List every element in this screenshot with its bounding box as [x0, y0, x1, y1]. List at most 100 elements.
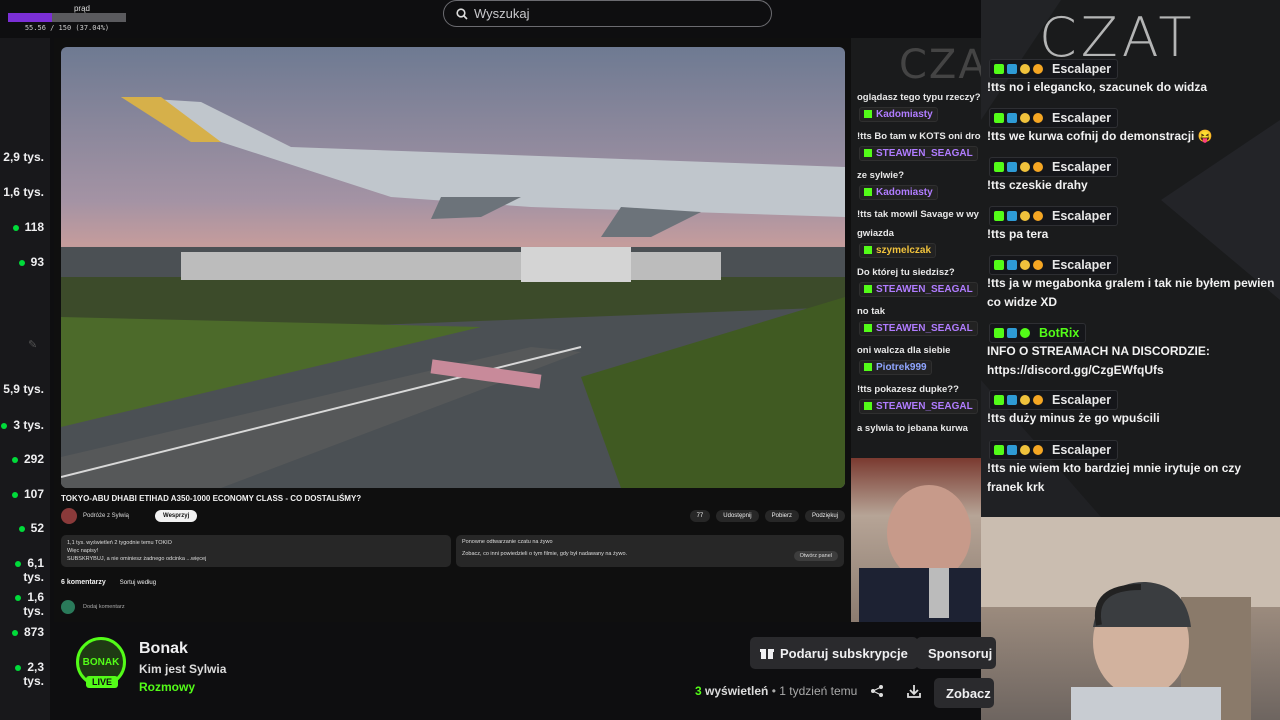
- followed-channels-rail: ✎ 2,9 tys. 1,6 tys. 118 93 5,9 tys. 3 tys. 292…: [0, 38, 50, 720]
- rail-viewer-count[interactable]: 873: [0, 625, 44, 639]
- mini-chat-message: !tts Bo tam w KOTS oni drol: [857, 131, 981, 142]
- add-comment[interactable]: Dodaj komentarz: [61, 600, 125, 614]
- desc-line1: 1,1 tys. wyświetleń 2 tygodnie temu TOKI…: [67, 540, 172, 546]
- chat-message-header[interactable]: Escalaper: [989, 440, 1119, 460]
- mini-chat-username-text: STEAWEN_SEAGAL: [876, 323, 973, 334]
- view-stats: 3 wyświetleń • 1 tydzień temu: [695, 684, 857, 698]
- search-placeholder: Wyszukaj: [474, 6, 530, 21]
- chat-username: Escalaper: [1052, 160, 1112, 174]
- support-button[interactable]: Wesprzyj: [155, 510, 198, 522]
- chat-username: Escalaper: [1052, 393, 1112, 407]
- replay-text: Zobacz, co inni powiedzieli o tym filmie…: [462, 551, 628, 557]
- chat-replay-box: Ponowne odtwarzanie czatu na żywo Zobacz…: [456, 535, 844, 567]
- gift-sub-button[interactable]: Podaruj subskrypcje: [750, 637, 918, 669]
- live-badge: LIVE: [86, 676, 119, 688]
- webcam-person-cap: [981, 517, 1280, 720]
- coin-badge-icon: [1033, 395, 1043, 405]
- rail-count-text: 93: [30, 255, 44, 269]
- rail-viewer-count[interactable]: 5,9 tys.: [0, 382, 44, 396]
- channel-name-large[interactable]: Bonak: [139, 640, 188, 658]
- rail-viewer-count[interactable]: 118: [0, 220, 44, 234]
- mini-chat-username-text: STEAWEN_SEAGAL: [876, 148, 973, 159]
- power-bar: [8, 13, 126, 22]
- mini-chat-message: Do której tu siedzisz?: [857, 267, 955, 278]
- rail-viewer-count[interactable]: 1,6 tys.: [0, 590, 44, 618]
- rail-count-text: 2,3 tys.: [23, 660, 44, 688]
- rail-viewer-count[interactable]: 107: [0, 487, 44, 501]
- vip-badge-icon: [1007, 260, 1017, 270]
- rail-viewer-count[interactable]: 52: [0, 521, 44, 535]
- kick-badge-icon: [864, 246, 872, 255]
- chat-message-text: !tts no i elegancko, szacunek do widza: [987, 80, 1208, 94]
- runway-scene: [61, 47, 845, 488]
- rail-viewer-count[interactable]: 1,6 tys.: [0, 185, 44, 199]
- hidden-icon: ✎: [28, 339, 38, 351]
- mini-chat-username: STEAWEN_SEAGAL: [859, 321, 978, 336]
- search-input[interactable]: Wyszukaj: [443, 0, 772, 27]
- youtube-capture: TOKYO-ABU DHABI ETIHAD A350-1000 ECONOMY…: [54, 38, 851, 622]
- mini-chat-message: oglądasz tego typu rzeczy?: [857, 92, 981, 103]
- moderator-badge-icon: [1020, 395, 1030, 405]
- rail-viewer-count[interactable]: 292: [0, 452, 44, 466]
- stream-player[interactable]: TOKYO-ABU DHABI ETIHAD A350-1000 ECONOMY…: [54, 38, 981, 622]
- share-icon[interactable]: [870, 684, 884, 698]
- kick-badge-icon: [994, 211, 1004, 221]
- chat-message-header[interactable]: Escalaper: [989, 108, 1119, 128]
- moderator-badge-icon: [1020, 211, 1030, 221]
- chat-username: Escalaper: [1052, 443, 1112, 457]
- open-panel-button[interactable]: Otwórz panel: [793, 551, 838, 561]
- rail-viewer-count[interactable]: 3 tys.: [0, 418, 44, 432]
- coin-badge-icon: [1033, 113, 1043, 123]
- webcam-person: [859, 485, 981, 622]
- video-title: TOKYO-ABU DHABI ETIHAD A350-1000 ECONOMY…: [61, 494, 362, 503]
- chat-username: Escalaper: [1052, 209, 1112, 223]
- chat-message-header[interactable]: Escalaper: [989, 390, 1119, 410]
- mini-chat-username-text: Kadomiasty: [876, 109, 933, 120]
- rail-count-text: 52: [30, 521, 44, 535]
- kick-badge-icon: [994, 445, 1004, 455]
- rail-viewer-count[interactable]: 93: [0, 255, 44, 269]
- kick-badge-icon: [994, 113, 1004, 123]
- streamer-webcam-small: [851, 458, 981, 622]
- download-icon[interactable]: [907, 684, 921, 698]
- sort-button[interactable]: Sortuj według: [120, 580, 156, 586]
- power-value: 55.56 / 150 (37.04%): [24, 24, 110, 32]
- mini-chat-username-text: szymelczak: [876, 245, 932, 256]
- sponsor-button[interactable]: Sponsoruj: [916, 637, 996, 669]
- rail-viewer-count[interactable]: 2,9 tys.: [0, 150, 44, 164]
- comments-count-text: 6 komentarzy: [61, 579, 106, 586]
- power-bar-fill: [8, 13, 52, 22]
- vip-badge-icon: [1007, 113, 1017, 123]
- chat-message-header[interactable]: Escalaper: [989, 157, 1119, 177]
- rail-count-text: 3 tys.: [13, 418, 44, 432]
- video-action-button[interactable]: Pobierz: [764, 510, 799, 522]
- channel-avatar: [61, 508, 77, 524]
- video-description: 1,1 tys. wyświetleń 2 tygodnie temu TOKI…: [61, 535, 451, 567]
- vip-badge-icon: [1007, 445, 1017, 455]
- rail-count-text: 2,9 tys.: [3, 150, 44, 164]
- chat-message-header[interactable]: Escalaper: [989, 59, 1119, 79]
- chat-message-header[interactable]: BotRix: [989, 323, 1087, 343]
- kick-badge-icon: [994, 395, 1004, 405]
- desc-line2: Więc napisy!: [67, 548, 99, 554]
- chat-message-header[interactable]: Escalaper: [989, 255, 1119, 275]
- views-word: wyświetleń: [705, 684, 769, 698]
- rail-count-text: 118: [24, 220, 44, 234]
- view-more-button[interactable]: Zobacz: [934, 678, 994, 708]
- mini-chat-username: STEAWEN_SEAGAL: [859, 282, 978, 297]
- video-action-button[interactable]: Podziękuj: [804, 510, 845, 522]
- rail-viewer-count[interactable]: 2,3 tys.: [0, 660, 44, 688]
- rail-viewer-count[interactable]: 6,1 tys.: [0, 556, 44, 584]
- live-dot-icon: [15, 664, 22, 671]
- video-action-button[interactable]: Udostępnij: [716, 510, 759, 522]
- search-icon: [456, 7, 468, 20]
- live-dot-icon: [11, 629, 18, 636]
- kick-badge-icon: [864, 285, 872, 294]
- stream-category[interactable]: Rozmowy: [139, 680, 195, 694]
- gift-icon: [760, 649, 774, 659]
- video-action-button[interactable]: 77: [689, 510, 711, 522]
- moderator-badge-icon: [1020, 113, 1030, 123]
- mini-chat-message: no tak: [857, 306, 885, 317]
- rail-count-text: 1,6 tys.: [3, 185, 44, 199]
- chat-message-header[interactable]: Escalaper: [989, 206, 1119, 226]
